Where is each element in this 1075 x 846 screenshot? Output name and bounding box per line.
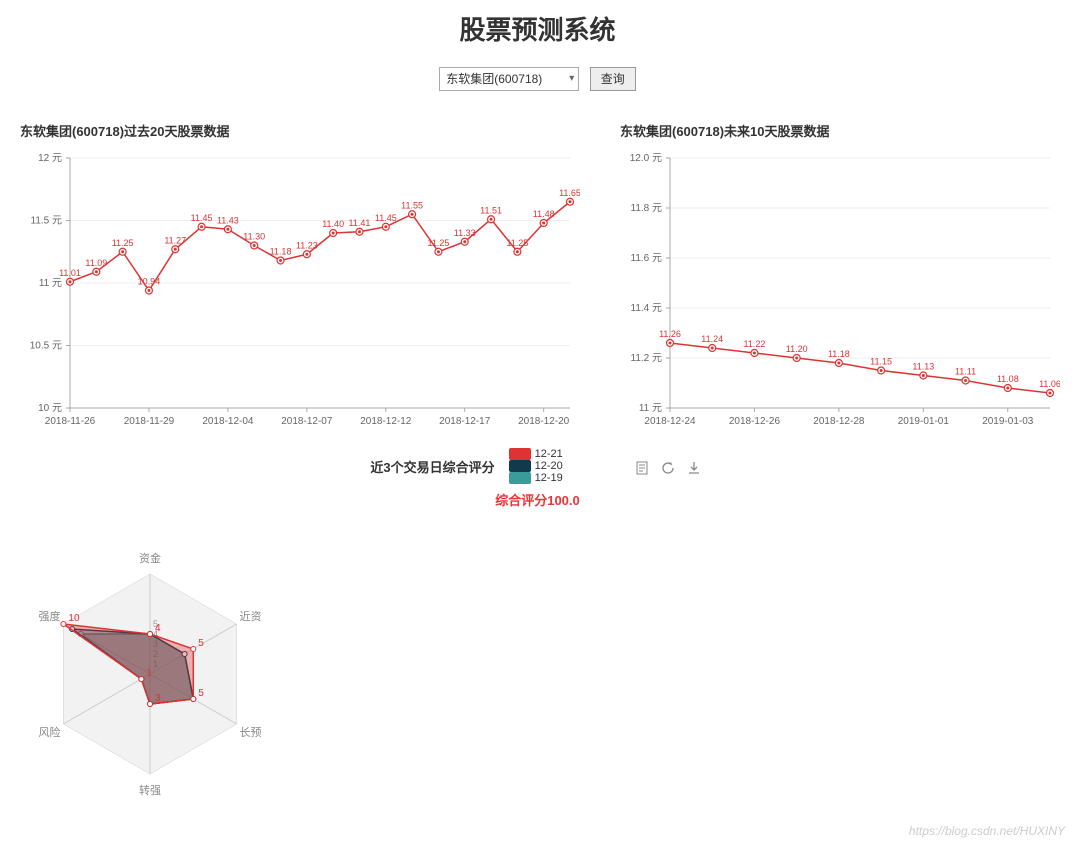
svg-text:11.18: 11.18 — [270, 247, 292, 257]
controls-row: 东软集团(600718) 查询 — [0, 67, 1075, 91]
svg-text:12 元: 12 元 — [38, 153, 62, 164]
svg-text:10 元: 10 元 — [38, 403, 62, 414]
svg-text:11.01: 11.01 — [59, 268, 81, 278]
page-title: 股票预测系统 — [0, 10, 1075, 47]
doc-icon[interactable] — [635, 461, 649, 475]
watermark: https://blog.csdn.net/HUXINY — [909, 824, 1065, 838]
chart-future-title: 东软集团(600718)未来10天股票数据 — [620, 121, 1060, 140]
svg-text:11.55: 11.55 — [401, 200, 423, 210]
stock-select-value: 东软集团(600718) — [446, 72, 542, 86]
chart-past-title: 东软集团(600718)过去20天股票数据 — [20, 121, 580, 140]
svg-text:资金: 资金 — [139, 551, 161, 565]
legend-label: 12-21 — [535, 448, 563, 460]
svg-text:11.25: 11.25 — [506, 238, 528, 248]
svg-text:11.24: 11.24 — [701, 334, 723, 344]
svg-text:2018-12-04: 2018-12-04 — [202, 416, 254, 427]
svg-text:2018-11-29: 2018-11-29 — [124, 416, 175, 427]
svg-text:11.2 元: 11.2 元 — [631, 353, 663, 364]
svg-text:11.45: 11.45 — [191, 213, 213, 223]
svg-text:10.5 元: 10.5 元 — [30, 341, 62, 352]
svg-text:2018-12-17: 2018-12-17 — [439, 416, 491, 427]
svg-text:12.0 元: 12.0 元 — [630, 153, 662, 164]
score-legend-title: 近3个交易日综合评分 — [370, 457, 494, 476]
svg-text:11.4 元: 11.4 元 — [631, 303, 663, 314]
stock-select[interactable]: 东软集团(600718) — [439, 67, 579, 91]
svg-text:2019-01-01: 2019-01-01 — [898, 416, 950, 427]
svg-text:11.45: 11.45 — [375, 213, 397, 223]
svg-text:11.8 元: 11.8 元 — [631, 203, 663, 214]
svg-text:转强: 转强 — [139, 783, 161, 797]
svg-text:4: 4 — [155, 623, 161, 634]
svg-text:11.6 元: 11.6 元 — [631, 253, 663, 264]
svg-text:11.20: 11.20 — [786, 344, 808, 354]
svg-text:3: 3 — [155, 693, 161, 704]
refresh-icon[interactable] — [661, 461, 675, 475]
svg-text:11.25: 11.25 — [427, 238, 449, 248]
chart-past: 10 元 10.5 元 11 元 11.5 元 12 元 2018-11-26 2018-1… — [20, 148, 580, 438]
svg-text:11.51: 11.51 — [480, 205, 502, 215]
svg-text:11.22: 11.22 — [744, 339, 766, 349]
svg-text:长预: 长预 — [239, 726, 261, 739]
svg-text:11.08: 11.08 — [997, 374, 1019, 384]
svg-text:1: 1 — [146, 668, 152, 679]
svg-text:11.27: 11.27 — [164, 235, 186, 245]
score-legend-row: 近3个交易日综合评分 12-2112-2012-19 — [0, 448, 1075, 484]
svg-text:10: 10 — [68, 613, 80, 624]
svg-text:11 元: 11 元 — [39, 278, 62, 289]
svg-text:11.13: 11.13 — [912, 362, 934, 372]
svg-text:11 元: 11 元 — [639, 403, 662, 414]
svg-text:2018-12-12: 2018-12-12 — [360, 416, 412, 427]
svg-text:11.26: 11.26 — [659, 329, 681, 339]
chart-future: 11 元 11.2 元 11.4 元 11.6 元 11.8 元 12.0 元 2018-1… — [620, 148, 1060, 438]
svg-text:5: 5 — [198, 638, 204, 649]
svg-text:11.65: 11.65 — [559, 188, 580, 198]
svg-text:11.25: 11.25 — [112, 238, 134, 248]
svg-text:强度: 强度 — [39, 609, 61, 623]
svg-text:2018-11-26: 2018-11-26 — [45, 416, 96, 427]
svg-text:2018-12-26: 2018-12-26 — [729, 416, 781, 427]
chart-toolbox — [631, 461, 705, 478]
svg-text:11.30: 11.30 — [243, 232, 265, 242]
legend-label: 12-19 — [535, 472, 563, 484]
svg-text:11.33: 11.33 — [454, 228, 476, 238]
svg-text:2018-12-07: 2018-12-07 — [281, 416, 333, 427]
legend-item[interactable]: 12-20 — [509, 460, 563, 472]
svg-text:11.43: 11.43 — [217, 215, 239, 225]
query-button[interactable]: 查询 — [590, 67, 636, 91]
svg-text:11.48: 11.48 — [533, 209, 555, 219]
legend-label: 12-20 — [535, 460, 563, 472]
svg-text:2019-01-03: 2019-01-03 — [982, 416, 1034, 427]
svg-text:11.5 元: 11.5 元 — [31, 216, 63, 227]
legend-item[interactable]: 12-21 — [509, 448, 563, 460]
legend-swatch — [509, 448, 531, 460]
download-icon[interactable] — [687, 461, 701, 475]
svg-text:10.94: 10.94 — [138, 277, 161, 287]
svg-text:2018-12-28: 2018-12-28 — [813, 416, 865, 427]
svg-text:11.41: 11.41 — [349, 218, 371, 228]
legend-swatch — [509, 472, 531, 484]
svg-text:2018-12-20: 2018-12-20 — [518, 416, 570, 427]
svg-text:11.09: 11.09 — [85, 258, 107, 268]
svg-text:2018-12-24: 2018-12-24 — [644, 416, 696, 427]
chart-radar: 资金近资长预转强风险强度123454553110 — [0, 529, 300, 819]
svg-text:11.06: 11.06 — [1039, 379, 1060, 389]
svg-text:近资: 近资 — [239, 610, 261, 623]
svg-text:5: 5 — [198, 688, 204, 699]
score-value: 综合评分100.0 — [0, 490, 1075, 509]
legend-swatch — [509, 460, 531, 472]
svg-text:11.18: 11.18 — [828, 349, 850, 359]
svg-text:11.23: 11.23 — [296, 240, 318, 250]
svg-text:11.11: 11.11 — [955, 367, 976, 377]
legend-item[interactable]: 12-19 — [509, 472, 563, 484]
svg-text:风险: 风险 — [39, 725, 61, 739]
svg-text:11.15: 11.15 — [870, 357, 892, 367]
svg-text:11.40: 11.40 — [322, 219, 344, 229]
